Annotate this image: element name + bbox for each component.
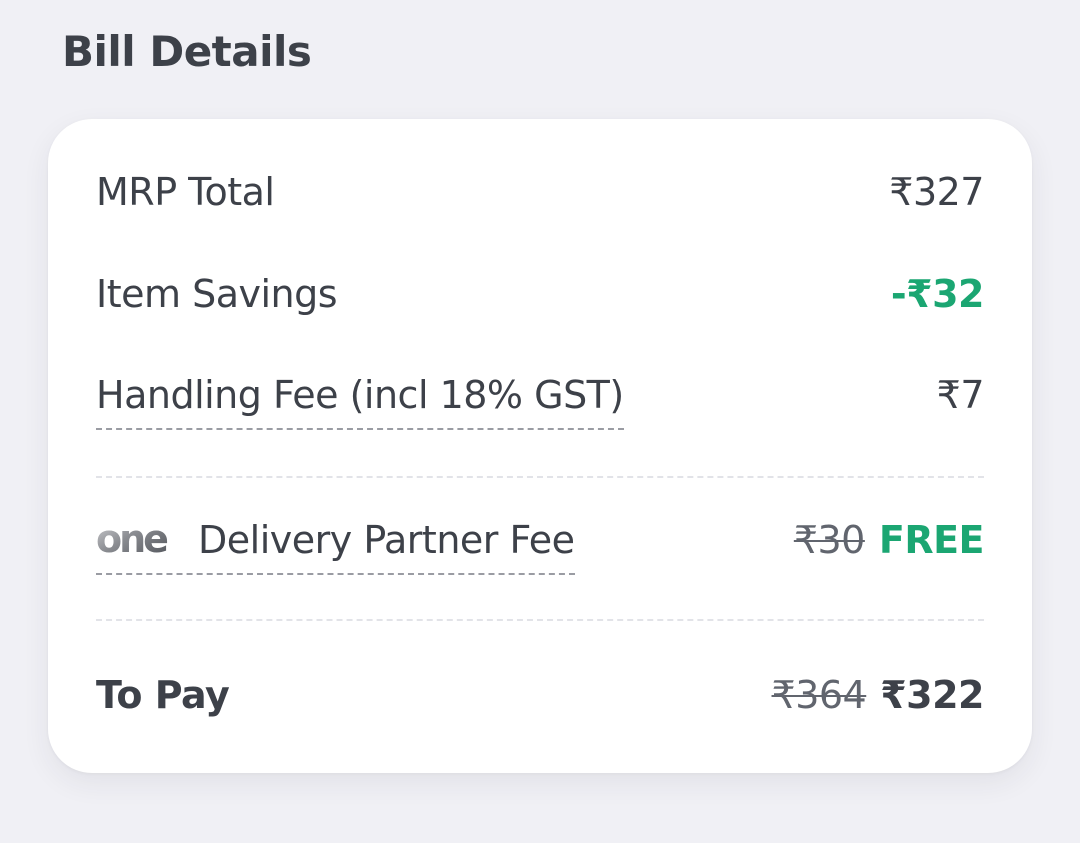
handling-fee-row: Handling Fee (incl 18% GST) ₹7 [96,365,985,430]
handling-fee-value: ₹7 [936,373,985,417]
to-pay-original-price: ₹364 [771,673,867,717]
to-pay-label: To Pay [96,673,230,717]
to-pay-row: To Pay ₹364 ₹322 [96,665,984,725]
delivery-fee-free-badge: FREE [878,518,985,562]
bill-details-card: MRP Total ₹327 Item Savings -₹32 Handlin… [48,119,1032,773]
handling-fee-label[interactable]: Handling Fee (incl 18% GST) [96,373,624,430]
divider [96,476,984,478]
one-logo-text: one [96,520,167,560]
to-pay-value-group: ₹364 ₹322 [771,673,985,717]
delivery-partner-fee-info[interactable]: one Delivery Partner Fee [96,518,575,575]
delivery-partner-fee-value-group: ₹30 FREE [793,518,985,562]
to-pay-amount: ₹322 [880,673,984,717]
mrp-total-value: ₹327 [889,170,984,214]
item-savings-label: Item Savings [96,272,338,316]
item-savings-row: Item Savings -₹32 [96,264,985,324]
delivery-fee-original-price: ₹30 [793,518,866,562]
section-title: Bill Details [62,27,312,76]
divider [96,619,984,621]
mrp-total-row: MRP Total ₹327 [96,162,984,222]
delivery-partner-fee-row: one Delivery Partner Fee ₹30 FREE [96,510,985,575]
item-savings-value: -₹32 [890,272,985,316]
one-membership-logo: one [96,520,186,560]
mrp-total-label: MRP Total [96,170,275,214]
delivery-partner-fee-label: Delivery Partner Fee [198,518,575,562]
